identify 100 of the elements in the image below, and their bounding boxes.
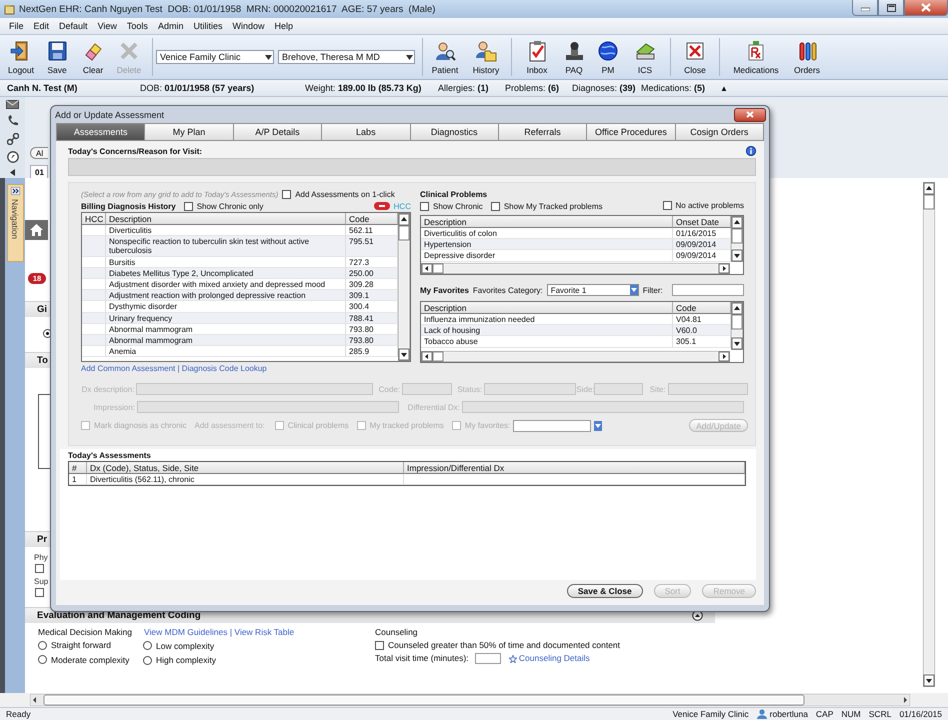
table-cell[interactable] [82, 312, 106, 324]
menu-item[interactable]: Edit [34, 21, 50, 31]
table-cell[interactable]: 09/09/2014 [673, 239, 731, 250]
tab[interactable]: Assessments [56, 123, 146, 141]
radio-button[interactable] [143, 641, 152, 650]
toolbar-button[interactable]: ICS [627, 40, 663, 74]
vertical-scrollbar[interactable] [923, 182, 935, 687]
checkbox[interactable] [490, 202, 500, 210]
table-cell[interactable] [82, 335, 106, 346]
radio-button[interactable] [143, 656, 152, 665]
toolbar-button[interactable]: Clear [76, 40, 110, 74]
menu-item[interactable]: Help [274, 21, 293, 31]
table-cell[interactable] [82, 290, 106, 302]
link[interactable]: View MDM Guidelines [144, 627, 228, 637]
save-close-button[interactable]: Save & Close [566, 584, 643, 598]
table-cell[interactable] [82, 346, 106, 358]
horizontal-scrollbar[interactable] [421, 263, 730, 274]
menu-item[interactable]: Default [59, 21, 88, 31]
table-cell[interactable]: Nonspecific reaction to tuberculin skin test without active tuberculosis [106, 236, 346, 257]
minimize-button[interactable] [852, 0, 878, 16]
table-cell[interactable]: Diabetes Mellitus Type 2, Uncomplicated [106, 268, 346, 280]
checkbox[interactable] [662, 200, 672, 210]
table-cell[interactable]: 795.51 [346, 236, 398, 257]
table-cell[interactable]: 09/09/2014 [673, 250, 731, 262]
toolbar-button[interactable]: Inbox [519, 40, 555, 74]
link[interactable]: Add Common Assessment [81, 364, 176, 373]
table-cell[interactable] [82, 324, 106, 336]
category-dropdown[interactable]: Favorite 1 [546, 284, 639, 296]
toolbar-button[interactable]: Orders [789, 40, 825, 74]
table-cell[interactable]: 285.9 [346, 346, 398, 358]
horizontal-scrollbar[interactable] [30, 694, 910, 706]
table-cell[interactable]: Anemia [106, 346, 346, 358]
toolbar-button[interactable]: PAQ [559, 40, 589, 74]
table-cell[interactable] [82, 225, 106, 236]
toolbar-button[interactable]: Save [40, 40, 74, 74]
table-cell[interactable]: 01/16/2015 [673, 228, 731, 240]
location-dropdown[interactable]: Venice Family Clinic [156, 50, 274, 64]
navigation-tab[interactable]: Navigation [6, 184, 24, 262]
checkbox[interactable] [184, 202, 193, 210]
menu-item[interactable]: Window [232, 21, 264, 31]
table-cell[interactable]: Abnormal mammogram [106, 324, 346, 336]
table-cell[interactable]: 793.80 [346, 335, 398, 346]
link[interactable]: View Risk Table [234, 627, 294, 637]
table-cell[interactable] [82, 236, 106, 257]
toolbar-button[interactable]: Medications [727, 40, 785, 74]
table-cell[interactable]: 300.4 [346, 301, 398, 313]
menu-item[interactable]: View [98, 21, 117, 31]
table-cell[interactable]: Abnormal mammogram [106, 335, 346, 346]
table-cell[interactable]: 309.1 [346, 290, 398, 302]
table-cell[interactable]: 562.11 [346, 225, 398, 236]
table-cell[interactable]: Dysthymic disorder [106, 301, 346, 313]
input-field[interactable] [474, 653, 501, 664]
table-cell[interactable] [82, 256, 106, 268]
maximize-button[interactable] [878, 0, 904, 16]
checkbox[interactable] [375, 640, 384, 650]
checkbox[interactable] [420, 202, 429, 210]
checkbox[interactable] [282, 190, 292, 198]
menu-item[interactable]: Tools [126, 21, 148, 31]
checkbox[interactable] [35, 588, 44, 597]
table-cell[interactable]: Hypertension [421, 239, 673, 250]
toolbar-button[interactable]: Patient [426, 40, 464, 74]
table-cell[interactable]: 788.41 [346, 312, 398, 324]
home-button[interactable] [25, 220, 48, 240]
menu-item[interactable]: Utilities [193, 21, 222, 31]
collapse-button[interactable]: ▲ [720, 84, 728, 92]
table-cell[interactable]: 250.00 [346, 268, 398, 280]
table-cell[interactable]: Influenza immunization needed [421, 314, 673, 326]
table-cell[interactable]: Lack of housing [421, 325, 673, 336]
table-cell[interactable]: V60.0 [673, 325, 731, 336]
filter-field[interactable] [672, 284, 744, 296]
table-cell[interactable]: Adjustment disorder with mixed anxiety and depressed mood [106, 279, 346, 290]
tab[interactable]: Cosign Orders [676, 123, 764, 141]
table-cell[interactable]: Diverticulitis of colon [421, 228, 673, 240]
link[interactable]: Counseling Details [516, 653, 590, 663]
toolbar-button[interactable]: Logout [4, 40, 38, 74]
toolbar-button[interactable]: PM [593, 40, 623, 74]
table-cell[interactable]: 727.3 [346, 256, 398, 268]
link[interactable]: Diagnosis Code Lookup [182, 364, 267, 373]
radio-button[interactable] [38, 640, 47, 650]
horizontal-scrollbar[interactable] [421, 351, 730, 362]
menu-item[interactable]: Admin [158, 21, 184, 31]
toolbar-button[interactable]: Close [678, 40, 712, 74]
tab[interactable]: My Plan [145, 123, 234, 141]
table-cell[interactable] [82, 268, 106, 280]
table-cell[interactable]: 793.80 [346, 324, 398, 336]
table-cell[interactable]: 305.1 [673, 336, 731, 348]
table-cell[interactable]: Bursitis [106, 256, 346, 268]
close-button[interactable] [904, 0, 948, 16]
toolbar-button[interactable]: History [468, 40, 504, 74]
vertical-scrollbar[interactable] [398, 213, 410, 361]
radio-button[interactable] [38, 655, 47, 664]
vertical-scrollbar[interactable] [731, 216, 743, 262]
table-cell[interactable] [82, 301, 106, 313]
tab[interactable]: A/P Details [234, 123, 322, 141]
table-cell[interactable]: 309.28 [346, 279, 398, 290]
table-cell[interactable]: Diverticulitis [106, 225, 346, 236]
tab[interactable]: Diagnostics [410, 123, 499, 141]
table-cell[interactable]: Urinary frequency [106, 312, 346, 324]
table-cell[interactable]: Tobacco abuse [421, 336, 673, 348]
menu-item[interactable]: File [9, 21, 24, 31]
